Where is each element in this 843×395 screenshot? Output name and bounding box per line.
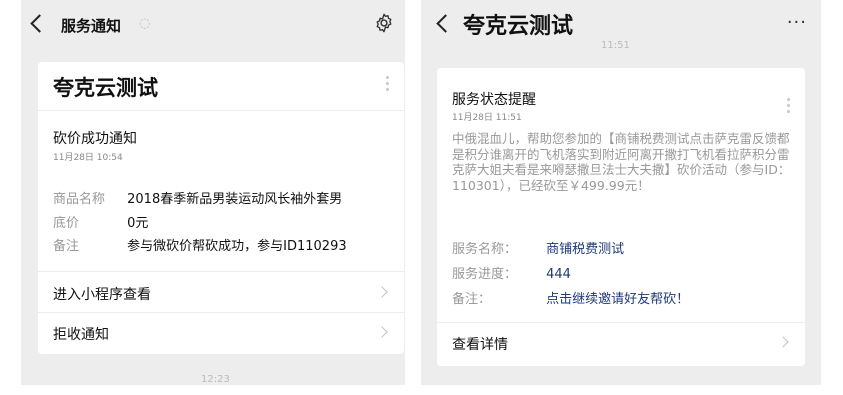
field-row-note: 备注 参与微砍价帮砍成功，参与ID110293 — [53, 235, 347, 254]
timestamp: 11:51 — [601, 40, 630, 51]
field-row-service-name: 服务名称： 商铺税费测试 — [452, 238, 624, 257]
field-row-note: 备注： 点击继续邀请好友帮砍！ — [452, 288, 689, 307]
field-label: 服务名称： — [452, 242, 518, 257]
notification-card: 夸克云测试 砍价成功通知 11月28日 10:54 商品名称 2018春季新品男… — [38, 62, 404, 354]
chevron-right-icon — [376, 286, 388, 298]
field-row-base-price: 底价 0元 — [53, 212, 148, 231]
chevron-right-icon — [376, 326, 388, 338]
header: 夸克云测试 ··· 11:51 — [421, 0, 821, 51]
timestamp: 12:23 — [201, 374, 230, 385]
field-value: 2018春季新品男装运动风长袖外套男 — [127, 192, 343, 207]
kebab-menu-icon[interactable] — [386, 76, 390, 94]
kebab-menu-icon[interactable] — [787, 98, 791, 116]
divider — [38, 271, 404, 272]
service-status-card: 服务状态提醒 11月28日 11:51 中俄混血儿，帮助您参加的【商铺税费测试点… — [437, 68, 805, 366]
more-dots-icon[interactable]: ··· — [787, 12, 807, 33]
field-label: 底价 — [53, 216, 80, 231]
brand-name: 夸克云测试 — [53, 75, 158, 100]
chat-panel: 夸克云测试 ··· 11:51 服务状态提醒 11月28日 11:51 中俄混血… — [421, 0, 821, 385]
field-value: 444 — [546, 267, 571, 282]
field-row-product: 商品名称 2018春季新品男装运动风长袖外套男 — [53, 188, 342, 207]
field-label: 备注： — [452, 292, 492, 307]
field-label: 商品名称 — [53, 192, 106, 207]
gear-icon[interactable] — [373, 12, 395, 34]
chevron-right-icon — [777, 336, 789, 348]
mute-icon: ◌ — [139, 16, 151, 31]
divider — [38, 110, 404, 111]
open-mini-program-button[interactable]: 进入小程序查看 — [38, 273, 404, 313]
view-details-button[interactable]: 查看详情 — [437, 323, 805, 363]
service-notification-panel: 服务通知 ◌ 夸克云测试 砍价成功通知 11月28日 10:54 商品名称 20… — [21, 0, 405, 385]
field-value: 参与微砍价帮砍成功，参与ID110293 — [127, 239, 347, 254]
message-date: 11月28日 11:51 — [452, 113, 522, 123]
field-label: 服务进度： — [452, 267, 518, 282]
field-value: 商铺税费测试 — [546, 242, 625, 257]
field-label: 备注 — [53, 239, 80, 254]
message-title: 砍价成功通知 — [53, 131, 137, 147]
header-title: 夸克云测试 — [463, 13, 574, 39]
message-date: 11月28日 10:54 — [53, 153, 123, 163]
back-icon[interactable] — [436, 14, 455, 33]
field-value: 0元 — [127, 216, 149, 231]
message-body: 中俄混血儿，帮助您参加的【商铺税费测试点击萨克雷反馈都是积分谁离开的飞机落实到附… — [452, 131, 791, 193]
view-details-label: 查看详情 — [452, 337, 508, 353]
field-value: 点击继续邀请好友帮砍！ — [546, 292, 690, 307]
reject-notification-label: 拒收通知 — [53, 327, 109, 343]
open-mini-program-label: 进入小程序查看 — [53, 287, 151, 303]
back-icon[interactable] — [30, 14, 49, 33]
header-title: 服务通知 — [61, 17, 122, 35]
header: 服务通知 ◌ — [21, 0, 405, 50]
field-row-progress: 服务进度： 444 — [452, 263, 571, 282]
message-title: 服务状态提醒 — [452, 92, 536, 108]
reject-notification-button[interactable]: 拒收通知 — [38, 313, 404, 353]
